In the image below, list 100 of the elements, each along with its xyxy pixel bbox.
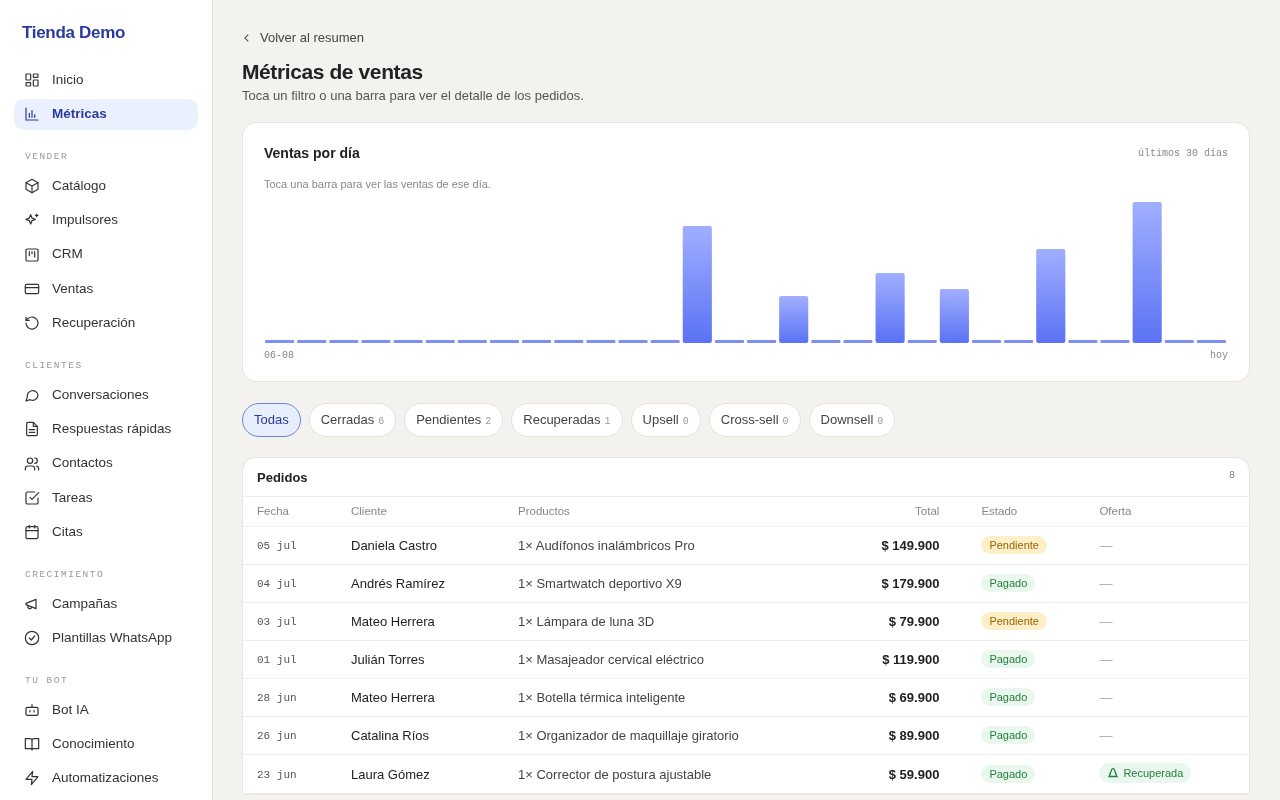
chart-bar[interactable]: [361, 340, 391, 344]
back-link[interactable]: Volver al resumen: [242, 28, 365, 48]
product-cell: 1× Audífonos inalámbricos Pro: [504, 526, 844, 565]
rotate-icon: [24, 315, 40, 332]
chart-bar[interactable]: [457, 340, 487, 344]
chart-bar[interactable]: [489, 340, 520, 344]
empty-offer: —: [1099, 652, 1113, 668]
chart-bar[interactable]: [875, 273, 905, 344]
status-badge: Pagado: [981, 726, 1036, 745]
chart-bar[interactable]: [1100, 340, 1130, 344]
status-badge: Pendiente: [981, 612, 1047, 631]
sidebar-item[interactable]: Ventas: [14, 273, 198, 305]
total-cell: $ 119.900: [843, 640, 954, 679]
sidebar-item[interactable]: Recuperación: [14, 307, 198, 339]
chart-title: Ventas por día: [264, 143, 360, 163]
client-cell: Laura Gómez: [337, 754, 504, 794]
client-cell: Daniela Castro: [337, 526, 504, 565]
client-cell: Catalina Ríos: [337, 716, 504, 755]
chart-bar[interactable]: [393, 340, 423, 344]
sidebar-item[interactable]: Plantillas WhatsApp: [14, 622, 198, 654]
filter-chip[interactable]: Pendientes 2: [404, 403, 504, 437]
calendar-icon: [24, 524, 40, 541]
date-text: 28 jun: [257, 692, 297, 705]
section-heading: CLIENTES: [25, 359, 83, 374]
sidebar-item[interactable]: Citas: [14, 516, 198, 548]
chart-bar[interactable]: [1132, 202, 1162, 344]
empty-offer: —: [1099, 728, 1113, 744]
bar-chart-icon: [24, 106, 40, 123]
cube-icon: [24, 177, 40, 194]
product-cell: 1× Masajeador cervical eléctrico: [504, 640, 844, 679]
total-cell: $ 69.900: [843, 678, 954, 717]
chart-bar[interactable]: [650, 340, 680, 344]
chart-bar[interactable]: [843, 340, 873, 344]
sidebar-item[interactable]: Bot IA: [14, 694, 198, 726]
chart-bar[interactable]: [714, 340, 744, 344]
product-cell: 1× Corrector de postura ajustable: [504, 754, 844, 794]
sidebar-item[interactable]: Conversaciones: [14, 379, 198, 411]
total-cell: $ 179.900: [843, 564, 954, 603]
client-cell: Julián Torres: [337, 640, 504, 679]
chart-bar[interactable]: [811, 340, 841, 344]
empty-offer: —: [1099, 576, 1113, 592]
column-header: Oferta: [1085, 496, 1249, 527]
sidebar-item[interactable]: Conocimiento: [14, 728, 198, 760]
filter-chip[interactable]: Recuperadas 1: [511, 403, 623, 437]
chart-bar[interactable]: [425, 340, 455, 344]
robot-icon: [24, 701, 40, 718]
chart-bar[interactable]: [1004, 340, 1034, 344]
filter-chip[interactable]: Downsell 0: [808, 403, 896, 437]
chart-hint: Toca una barra para ver las ventas de ese día.: [264, 176, 492, 192]
chart-bar[interactable]: [1036, 249, 1066, 344]
chart-bar[interactable]: [554, 340, 584, 344]
sidebar-item[interactable]: Impulsores: [14, 204, 198, 236]
status-badge: Pagado: [981, 574, 1036, 593]
sidebar-item[interactable]: Catálogo: [14, 170, 198, 202]
range-label: últimos 30 días: [1138, 146, 1228, 161]
chart-bar[interactable]: [297, 340, 327, 344]
chart-bar[interactable]: [682, 226, 712, 344]
chart-bar[interactable]: [522, 340, 552, 344]
date-text: 03 jul: [257, 616, 297, 629]
client-cell: Andrés Ramírez: [337, 564, 504, 603]
date-text: 01 jul: [257, 654, 297, 667]
chart-bar[interactable]: [1164, 340, 1194, 344]
date-text: 23 jun: [257, 768, 297, 781]
chart-bar[interactable]: [1196, 340, 1226, 344]
chart-bar[interactable]: [907, 340, 937, 344]
filter-chip[interactable]: Todas: [242, 403, 301, 437]
product-cell: 1× Organizador de maquillaje giratorio: [504, 716, 844, 755]
filter-chip[interactable]: Upsell 0: [630, 403, 701, 437]
chart-bar[interactable]: [971, 340, 1002, 344]
check-circle-icon: [24, 630, 40, 647]
column-header: Estado: [953, 496, 1086, 527]
chart-bar[interactable]: [586, 340, 616, 344]
chart-bar[interactable]: [265, 340, 295, 344]
page-subtitle: Toca un filtro o una barra para ver el detalle de los pedidos.: [242, 87, 585, 106]
sidebar-item[interactable]: Inicio: [14, 64, 198, 96]
filter-chip[interactable]: Cerradas 6: [308, 403, 397, 437]
total-cell: $ 149.900: [843, 526, 954, 565]
chart-bar[interactable]: [779, 296, 809, 344]
column-header: Fecha: [243, 496, 337, 527]
sidebar-item[interactable]: Contactos: [14, 448, 198, 479]
chart-bar[interactable]: [747, 340, 777, 344]
chart-bar[interactable]: [1068, 340, 1098, 344]
sidebar-item[interactable]: Automatizaciones: [14, 763, 198, 794]
book-icon: [24, 736, 40, 753]
filter-chip[interactable]: Cross-sell 0: [708, 403, 801, 437]
client-cell: Mateo Herrera: [337, 678, 504, 717]
sidebar-item[interactable]: CRM: [14, 239, 198, 270]
kanban-icon: [24, 246, 40, 263]
sidebar-item[interactable]: Campañas: [14, 588, 198, 620]
chart-bar[interactable]: [939, 289, 969, 344]
date-text: 04 jul: [257, 578, 297, 591]
checkbox-icon: [24, 489, 40, 506]
sidebar-item[interactable]: Métricas: [14, 98, 198, 130]
sidebar-item[interactable]: Respuestas rápidas: [14, 413, 198, 445]
chart-bar[interactable]: [618, 340, 648, 344]
sidebar-item[interactable]: Tareas: [14, 482, 198, 514]
chart-bar[interactable]: [329, 340, 359, 344]
product-cell: 1× Lámpara de luna 3D: [504, 602, 844, 641]
lightning-icon: [24, 770, 40, 787]
product-cell: 1× Smartwatch deportivo X9: [504, 564, 844, 603]
